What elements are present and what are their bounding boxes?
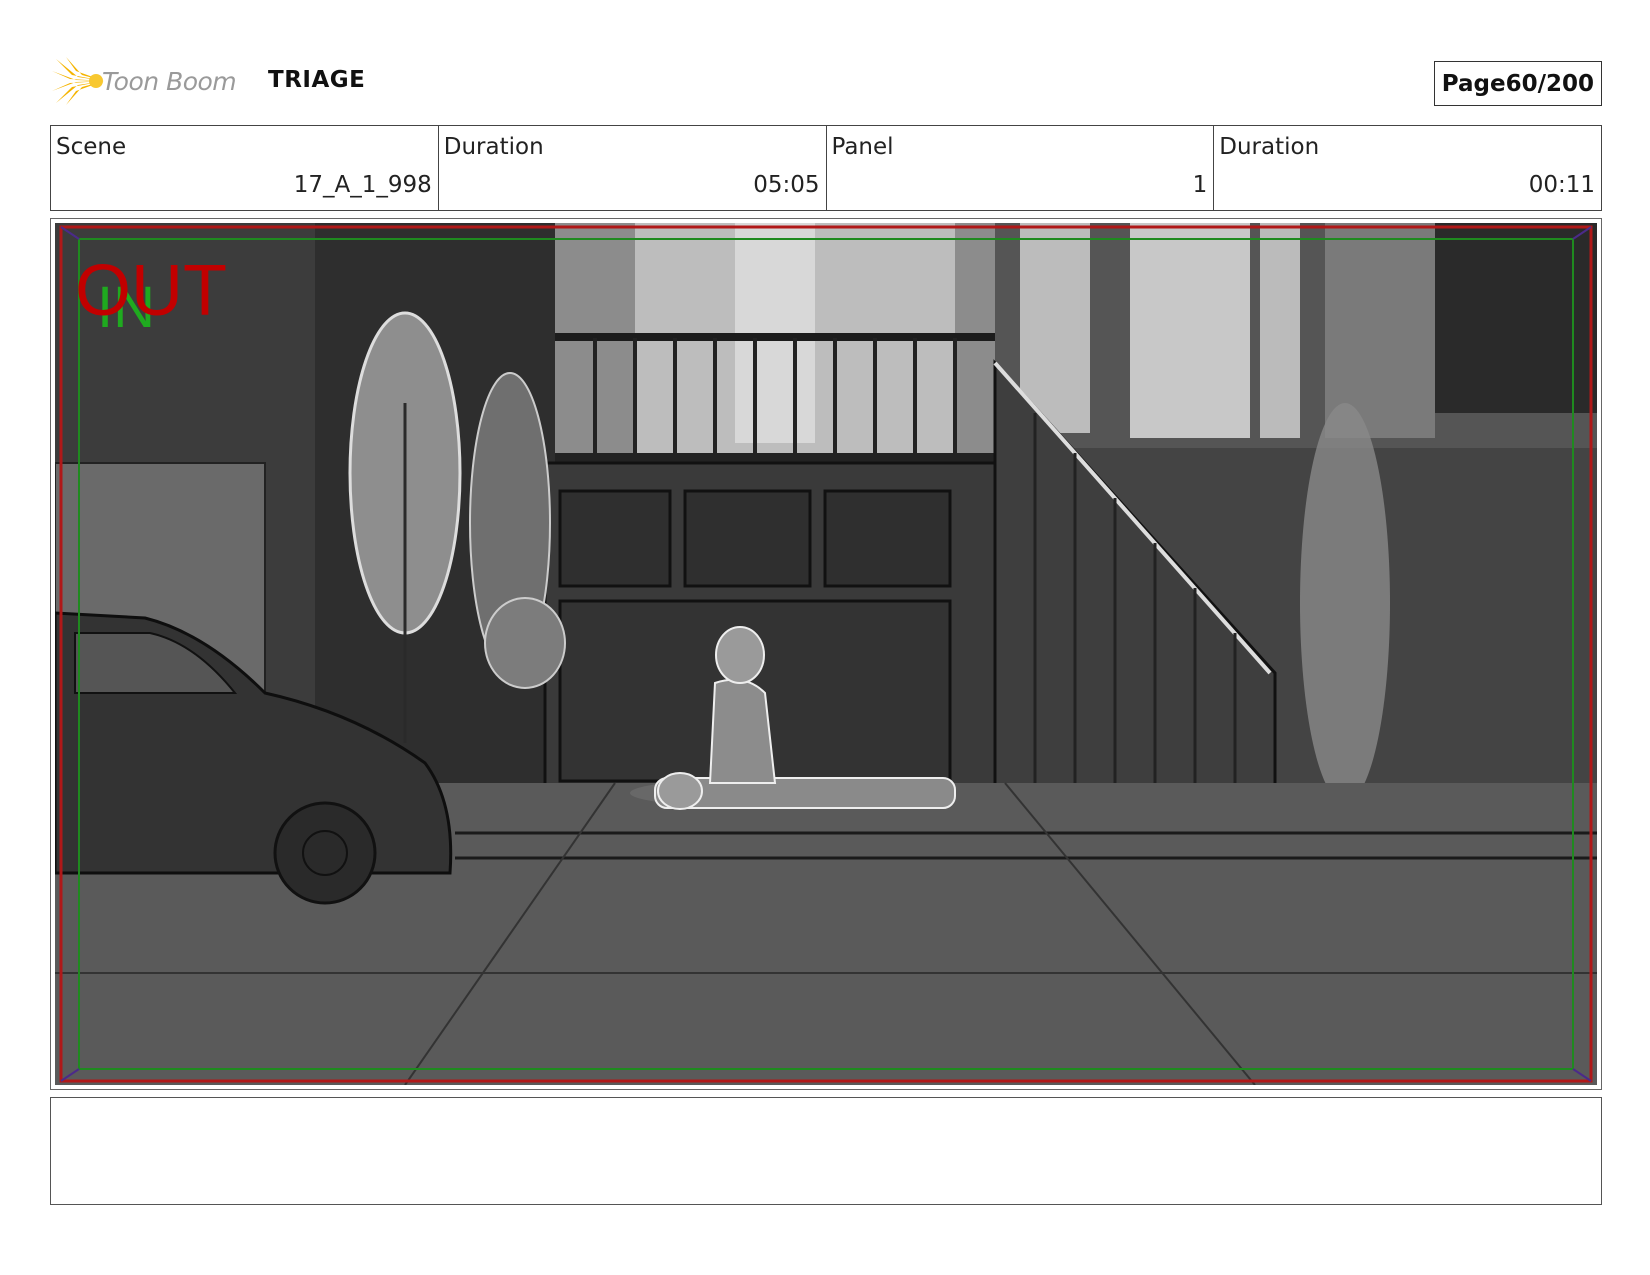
scene-duration-label: Duration xyxy=(443,134,544,160)
brand-name: Toon Boom xyxy=(102,66,237,96)
page-number: 60/200 xyxy=(1505,70,1594,97)
scene-duration-cell: Duration 05:05 xyxy=(439,126,827,210)
project-title: TRIAGE xyxy=(268,67,366,93)
sunburst-icon xyxy=(52,57,104,105)
panel-duration-cell: Duration 00:11 xyxy=(1214,126,1601,210)
panel-value: 1 xyxy=(1192,172,1208,198)
panel-notes-box xyxy=(50,1097,1602,1205)
page-counter: Page 60/200 xyxy=(1433,61,1602,106)
panel-drawing: IN OUT xyxy=(55,223,1597,1085)
scene-duration-value: 05:05 xyxy=(753,172,820,198)
panel-duration-label: Duration xyxy=(1219,134,1320,160)
toon-boom-logo: Toon Boom xyxy=(52,57,237,105)
storyboard-panel: IN OUT xyxy=(50,218,1602,1090)
scene-label: Scene xyxy=(56,134,127,160)
panel-cell: Panel 1 xyxy=(827,126,1215,210)
scene-value: 17_A_1_998 xyxy=(293,172,432,198)
panel-label: Panel xyxy=(831,134,894,160)
scene-cell: Scene 17_A_1_998 xyxy=(51,126,439,210)
out-marker: OUT xyxy=(75,251,227,331)
page-label: Page xyxy=(1441,70,1506,97)
panel-duration-value: 00:11 xyxy=(1528,172,1595,198)
scene-info-table: Scene 17_A_1_998 Duration 05:05 Panel 1 … xyxy=(50,125,1602,211)
page-header: Toon Boom TRIAGE Page 60/200 xyxy=(50,55,1602,107)
